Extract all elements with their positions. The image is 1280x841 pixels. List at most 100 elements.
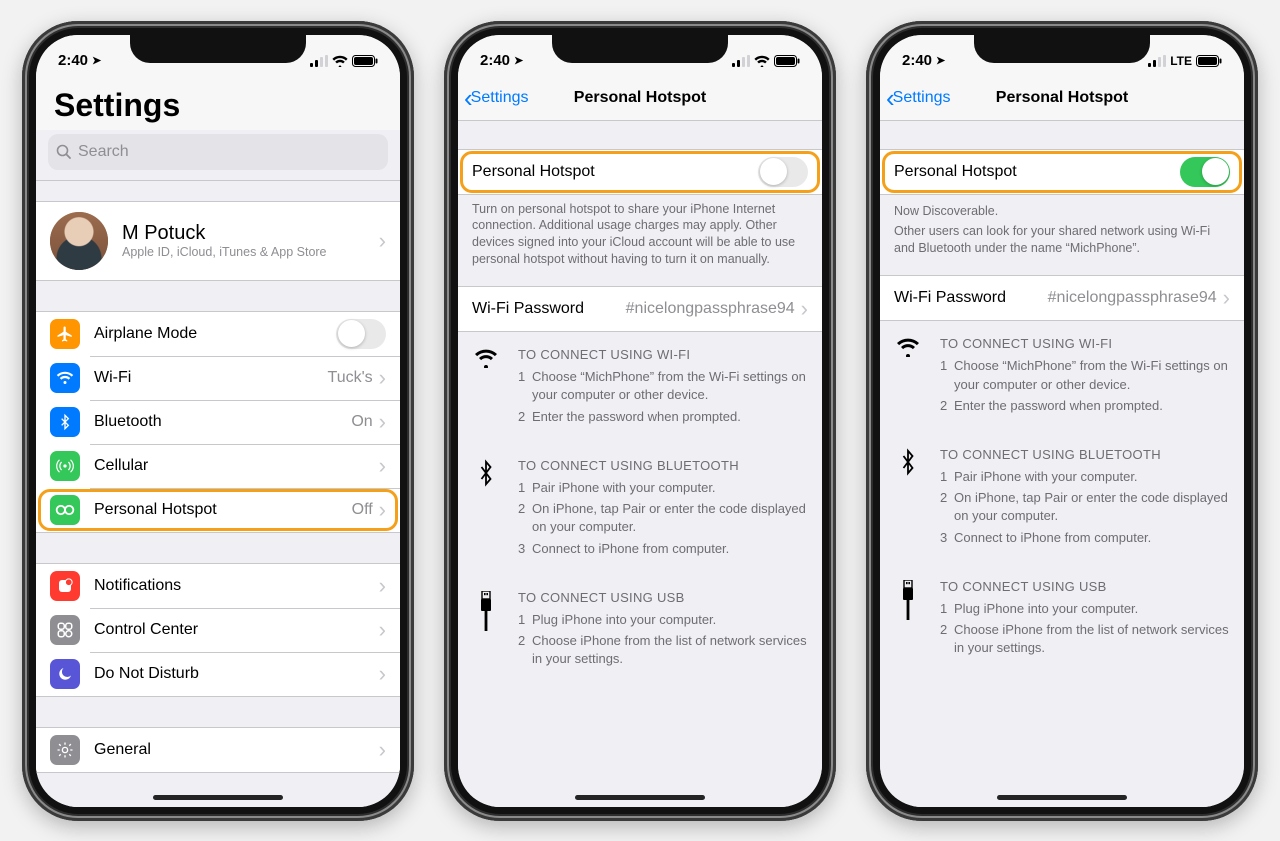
wifi-password-value: #nicelongpassphrase94	[626, 300, 795, 318]
notifications-row[interactable]: Notifications ›	[36, 564, 400, 608]
usb-icon	[472, 589, 500, 672]
nav-bar: ‹ Settings Personal Hotspot	[458, 77, 822, 121]
signal-icon	[310, 55, 328, 67]
dnd-icon	[50, 659, 80, 689]
dnd-row[interactable]: Do Not Disturb ›	[36, 652, 400, 696]
wifi-password-label: Wi-Fi Password	[894, 289, 1048, 307]
chevron-right-icon: ›	[379, 409, 386, 435]
bluetooth-instructions: TO CONNECT USING BLUETOOTH 1Pair iPhone …	[880, 432, 1244, 564]
home-indicator[interactable]	[575, 795, 705, 800]
wifi-password-label: Wi-Fi Password	[472, 300, 626, 318]
back-label: Settings	[471, 89, 529, 107]
instruction-step: 1Pair iPhone with your computer.	[940, 468, 1230, 486]
phone-frame-1: 2:40 ➤ Settings Search M Potuck	[22, 21, 414, 821]
wifi-password-row[interactable]: Wi-Fi Password #nicelongpassphrase94 ›	[458, 287, 822, 331]
bluetooth-settings-icon	[50, 407, 80, 437]
nav-title: Personal Hotspot	[574, 89, 706, 107]
bluetooth-icon	[894, 446, 922, 550]
phone-frame-2: 2:40 ➤ ‹ Settings Personal Hotspot Perso…	[444, 21, 836, 821]
bluetooth-icon	[472, 457, 500, 561]
back-button[interactable]: ‹ Settings	[886, 85, 950, 111]
home-indicator[interactable]	[153, 795, 283, 800]
wifi-row[interactable]: Wi-Fi Tuck's ›	[36, 356, 400, 400]
chevron-right-icon: ›	[379, 573, 386, 599]
battery-icon	[1196, 55, 1222, 67]
status-time: 2:40	[480, 52, 510, 69]
wifi-icon	[894, 335, 922, 418]
hotspot-toggle-row[interactable]: Personal Hotspot	[880, 150, 1244, 194]
hotspot-toggle-row[interactable]: Personal Hotspot	[458, 150, 822, 194]
control-center-icon	[50, 615, 80, 645]
chevron-right-icon: ›	[379, 661, 386, 687]
instruction-step: 1Choose “MichPhone” from the Wi-Fi setti…	[518, 368, 808, 404]
hotspot-toggle[interactable]	[758, 157, 808, 187]
chevron-right-icon: ›	[801, 296, 808, 322]
profile-sub: Apple ID, iCloud, iTunes & App Store	[122, 245, 379, 259]
hotspot-toggle-label: Personal Hotspot	[472, 163, 758, 181]
personal-hotspot-row[interactable]: Personal Hotspot Off ›	[36, 488, 400, 532]
instruction-step: 2Enter the password when prompted.	[940, 397, 1230, 415]
discoverable-text: Now Discoverable.	[894, 203, 1230, 220]
instruction-step: 2Choose iPhone from the list of network …	[518, 632, 808, 668]
wifi-instructions: TO CONNECT USING WI-FI 1Choose “MichPhon…	[458, 332, 822, 443]
phone-frame-3: 2:40 ➤ LTE ‹ Settings Personal Hotspot P…	[866, 21, 1258, 821]
hotspot-toggle[interactable]	[1180, 157, 1230, 187]
airplane-icon	[50, 319, 80, 349]
chevron-right-icon: ›	[379, 365, 386, 391]
battery-icon	[774, 55, 800, 67]
signal-icon	[732, 55, 750, 67]
cellular-label: Cellular	[94, 457, 379, 475]
instruction-step: 3Connect to iPhone from computer.	[940, 529, 1230, 547]
battery-icon	[352, 55, 378, 67]
notifications-label: Notifications	[94, 577, 379, 595]
notch	[974, 35, 1150, 63]
location-icon: ➤	[92, 54, 101, 67]
search-placeholder: Search	[78, 143, 129, 161]
home-indicator[interactable]	[997, 795, 1127, 800]
bluetooth-row[interactable]: Bluetooth On ›	[36, 400, 400, 444]
profile-row[interactable]: M Potuck Apple ID, iCloud, iTunes & App …	[36, 202, 400, 280]
wifi-label: Wi-Fi	[94, 369, 328, 387]
wifi-value: Tuck's	[328, 369, 373, 387]
wifi-instructions: TO CONNECT USING WI-FI 1Choose “MichPhon…	[880, 321, 1244, 432]
hotspot-label: Personal Hotspot	[94, 501, 352, 519]
wifi-icon	[472, 346, 500, 429]
search-input[interactable]: Search	[48, 134, 388, 170]
instruction-step: 2On iPhone, tap Pair or enter the code d…	[518, 500, 808, 536]
chevron-right-icon: ›	[379, 453, 386, 479]
control-center-row[interactable]: Control Center ›	[36, 608, 400, 652]
notch	[130, 35, 306, 63]
bluetooth-instructions: TO CONNECT USING BLUETOOTH 1Pair iPhone …	[458, 443, 822, 575]
wifi-icon	[332, 55, 348, 67]
status-icons	[732, 55, 800, 67]
status-icons	[310, 55, 378, 67]
general-label: General	[94, 741, 379, 759]
back-button[interactable]: ‹ Settings	[464, 85, 528, 111]
nav-bar: ‹ Settings Personal Hotspot	[880, 77, 1244, 121]
chevron-right-icon: ›	[379, 497, 386, 523]
status-time: 2:40	[902, 52, 932, 69]
instruction-step: 2On iPhone, tap Pair or enter the code d…	[940, 489, 1230, 525]
dnd-label: Do Not Disturb	[94, 665, 379, 683]
bluetooth-value: On	[351, 413, 372, 431]
location-icon: ➤	[514, 54, 523, 67]
discoverable-sub: Other users can look for your shared net…	[894, 223, 1230, 257]
chevron-right-icon: ›	[379, 617, 386, 643]
hotspot-toggle-label: Personal Hotspot	[894, 163, 1180, 181]
wifi-icon	[754, 55, 770, 67]
chevron-right-icon: ›	[379, 228, 386, 254]
notifications-icon	[50, 571, 80, 601]
chevron-right-icon: ›	[1223, 285, 1230, 311]
bluetooth-label: Bluetooth	[94, 413, 351, 431]
chevron-right-icon: ›	[379, 737, 386, 763]
location-icon: ➤	[936, 54, 945, 67]
airplane-mode-row[interactable]: Airplane Mode	[36, 312, 400, 356]
airplane-toggle[interactable]	[336, 319, 386, 349]
signal-icon	[1148, 55, 1166, 67]
wifi-password-row[interactable]: Wi-Fi Password #nicelongpassphrase94 ›	[880, 276, 1244, 320]
cellular-row[interactable]: Cellular ›	[36, 444, 400, 488]
airplane-label: Airplane Mode	[94, 325, 336, 343]
hotspot-icon	[50, 495, 80, 525]
general-icon	[50, 735, 80, 765]
general-row[interactable]: General ›	[36, 728, 400, 772]
